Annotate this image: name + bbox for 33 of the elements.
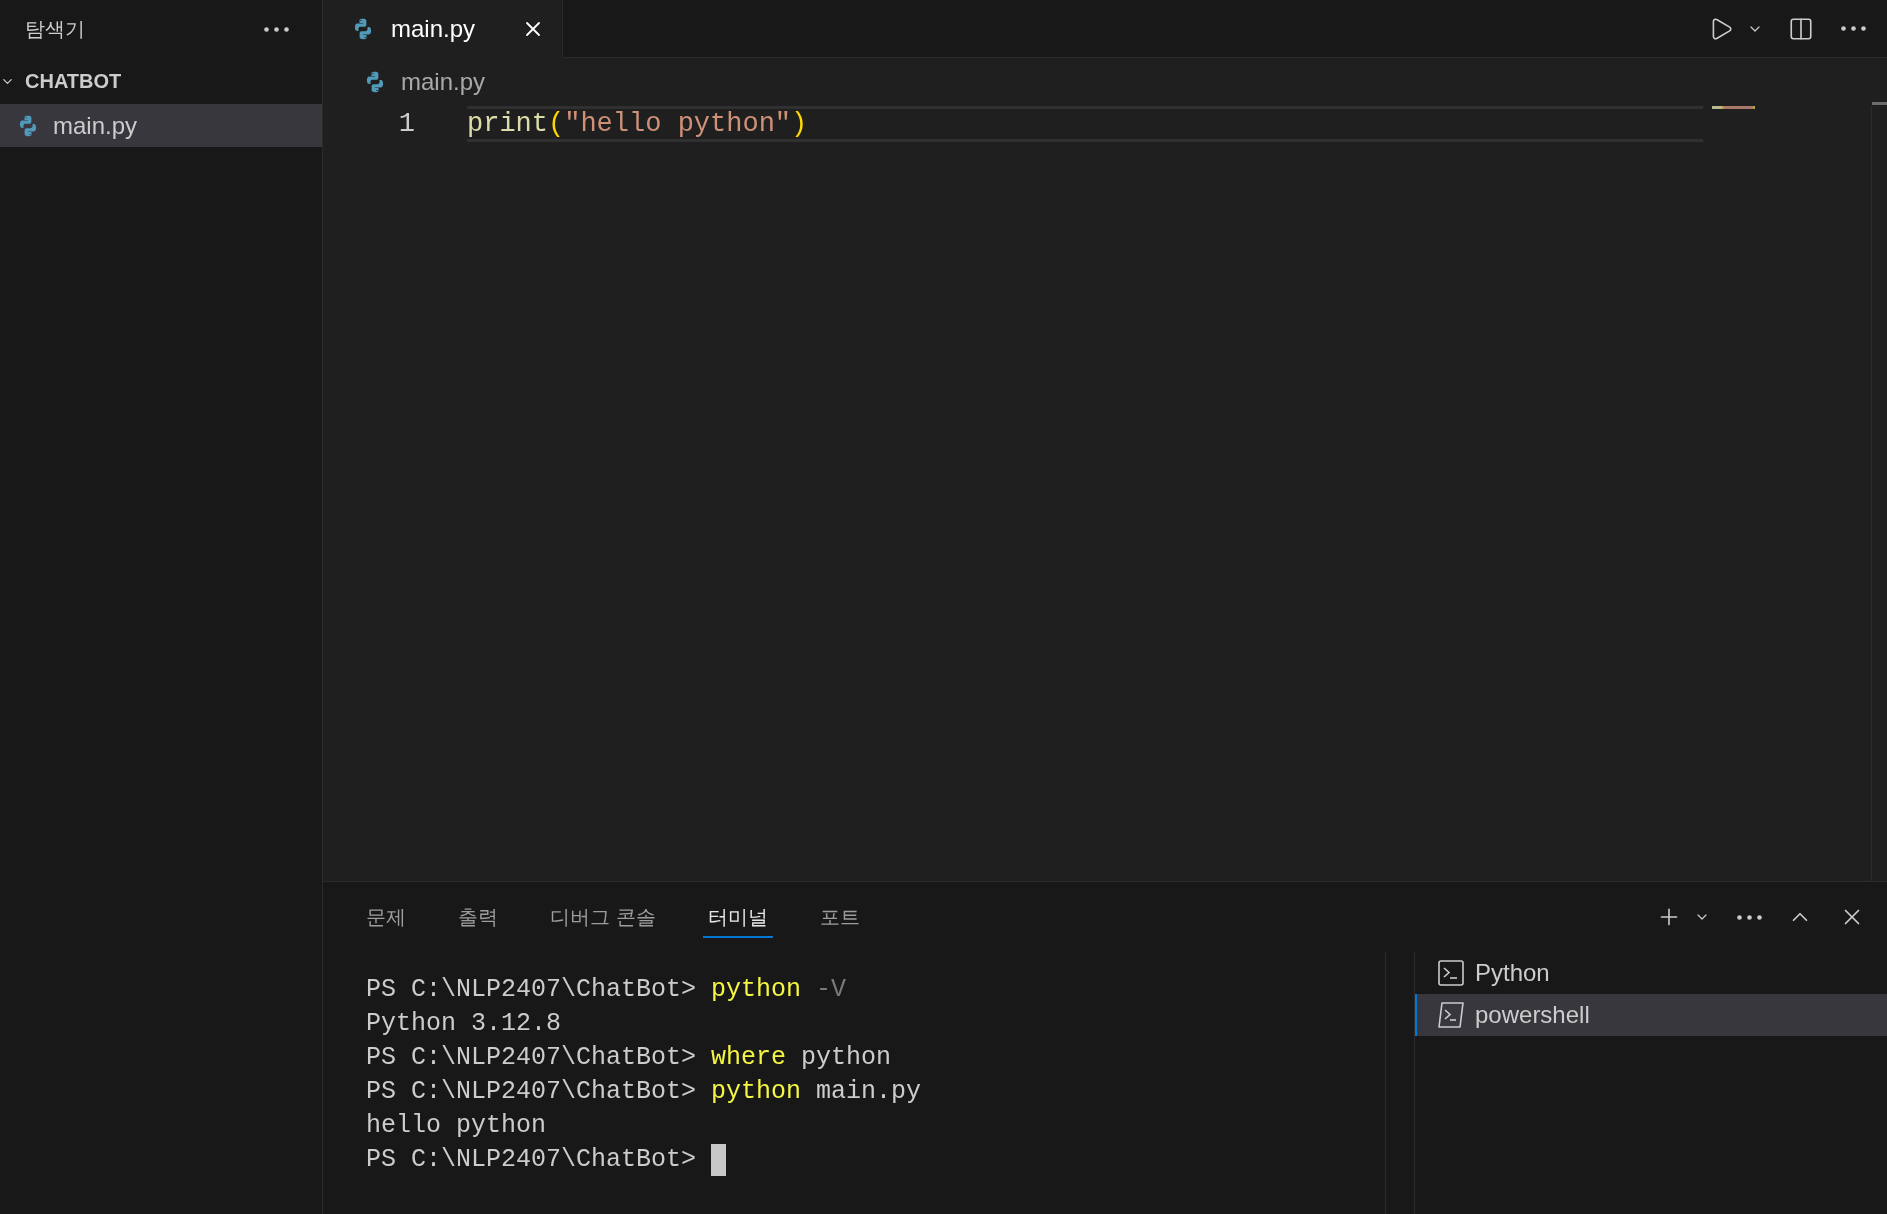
code-line: print("hello python") (467, 109, 808, 139)
python-icon (352, 18, 374, 40)
line-number: 1 (398, 108, 415, 140)
sidebar-title: 탐색기 (25, 17, 85, 42)
terminal-line: PS C:\NLP2407\ChatBot> python -V (366, 974, 847, 1006)
columns-icon (1788, 15, 1814, 42)
split-editor-button[interactable] (1788, 15, 1814, 42)
python-icon (17, 114, 39, 137)
more-icon (1736, 914, 1762, 920)
overview-ruler-mark (1872, 102, 1887, 105)
panel-tab[interactable]: 디버그 콘솔 (545, 904, 661, 938)
python-icon (364, 71, 386, 93)
panel-tab[interactable]: 문제 (361, 904, 411, 938)
breadcrumb-item[interactable]: main.py (364, 64, 486, 100)
terminal-line: Python 3.12.8 (366, 1008, 562, 1040)
more-icon (263, 26, 289, 32)
minimap-drawing (1712, 106, 1755, 109)
terminal-line: PS C:\NLP2407\ChatBot> python main.py (366, 1076, 922, 1108)
tab-label: main.py (391, 14, 476, 44)
folder-header[interactable]: CHATBOT (0, 58, 322, 104)
terminal-line: PS C:\NLP2407\ChatBot> (366, 1144, 697, 1176)
file-item[interactable]: main.py (0, 104, 322, 147)
terminal-line: hello python (366, 1110, 547, 1142)
terminal-icon (1438, 960, 1464, 986)
editor-tab[interactable]: main.py (323, 0, 563, 58)
terminal-session-item[interactable]: Python (1415, 952, 1887, 994)
panel-tab[interactable]: 포트 (814, 904, 865, 938)
more-icon (1840, 26, 1866, 31)
panel-tab[interactable]: 출력 (453, 904, 503, 938)
terminal-session-item[interactable]: powershell (1415, 994, 1887, 1036)
terminal-line: PS C:\NLP2407\ChatBot> where python (366, 1042, 892, 1074)
slanted-terminal-icon (1438, 1002, 1464, 1028)
panel-tab[interactable]: 터미널 (702, 904, 773, 938)
